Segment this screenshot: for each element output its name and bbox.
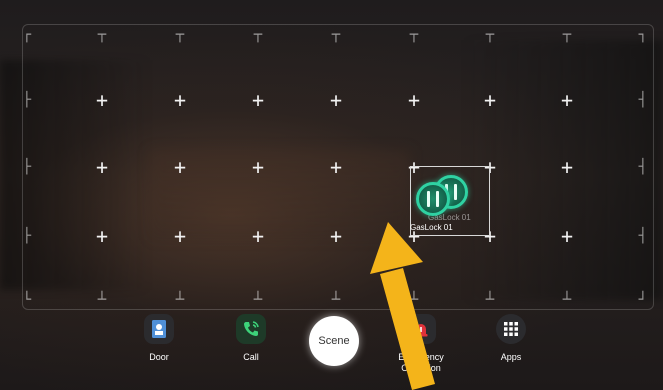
grid-plus-marker: ┘	[638, 292, 648, 308]
dock-item-apps[interactable]: Apps	[476, 308, 546, 380]
grid-plus-marker: ├	[22, 159, 32, 175]
grid-plus-marker: +	[560, 224, 574, 248]
dock-item-call[interactable]: Call	[216, 308, 286, 380]
grid-plus-marker: ┬	[409, 27, 419, 43]
apps-label: Apps	[500, 352, 522, 362]
scene-button[interactable]: Scene	[309, 316, 359, 366]
grid-plus-marker: +	[173, 155, 187, 179]
grid-plus-marker: +	[329, 88, 343, 112]
grid-plus-marker: ┤	[638, 159, 648, 175]
grid-plus-marker: +	[329, 224, 343, 248]
grid-plus-marker: +	[251, 224, 265, 248]
grid-plus-marker: +	[95, 88, 109, 112]
grid-plus-marker: ┌	[22, 27, 32, 43]
grid-plus-marker: ┴	[253, 292, 263, 308]
grid-plus-marker: ├	[22, 92, 32, 108]
call-label: Call	[243, 352, 259, 362]
grid-plus-marker: ┤	[638, 92, 648, 108]
grid-plus-marker: └	[22, 292, 32, 308]
door-label: Door	[149, 352, 169, 362]
grid-plus-marker: ┴	[175, 292, 185, 308]
grid-plus-marker: +	[560, 88, 574, 112]
grid-plus-marker: ┬	[485, 27, 495, 43]
grid-plus-marker: ┬	[562, 27, 572, 43]
phone-icon	[236, 314, 266, 344]
grid-plus-marker: ┴	[485, 292, 495, 308]
grid-plus-marker: ┬	[331, 27, 341, 43]
grid-plus-marker: +	[560, 155, 574, 179]
grid-plus-marker: ├	[22, 228, 32, 244]
grid-plus-marker: +	[329, 155, 343, 179]
grid-plus-marker: +	[95, 155, 109, 179]
gas-valve-icon[interactable]	[416, 182, 450, 216]
arrow-up-icon	[370, 222, 435, 390]
grid-plus-marker: ┐	[638, 27, 648, 43]
grid-plus-marker: +	[173, 224, 187, 248]
grid-plus-marker: +	[95, 224, 109, 248]
grid-plus-marker: +	[251, 155, 265, 179]
grid-plus-marker: +	[483, 88, 497, 112]
grid-plus-marker: ┴	[562, 292, 572, 308]
grid-plus-marker: ┬	[175, 27, 185, 43]
grid-plus-marker: +	[251, 88, 265, 112]
grid-plus-marker: ┬	[253, 27, 263, 43]
grid-plus-marker: ┴	[97, 292, 107, 308]
grid-plus-marker: +	[407, 88, 421, 112]
grid-plus-marker: ┬	[97, 27, 107, 43]
grid-plus-marker: ┤	[638, 228, 648, 244]
apps-grid-icon	[496, 314, 526, 344]
grid-plus-marker: ┴	[331, 292, 341, 308]
home-screen: ┌ ┬ ┬ ┬ ┬ ┬ ┬ ┬ ┐ ├ + + + + + + + ┤ ├ + + + + + + + ┤ ├ + + + + + + + ┤ └ ┴ ┴ ┴…	[0, 0, 663, 390]
door-icon	[144, 314, 174, 344]
grid-plus-marker: +	[173, 88, 187, 112]
dock-item-door[interactable]: Door	[124, 308, 194, 380]
